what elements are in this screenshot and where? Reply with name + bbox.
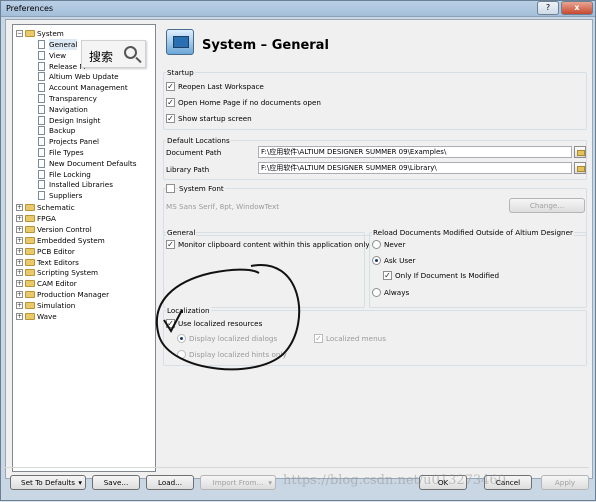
preferences-window: Preferences ? x − System General View Rele… bbox=[0, 0, 596, 501]
hand-drawn-circle bbox=[156, 263, 301, 371]
